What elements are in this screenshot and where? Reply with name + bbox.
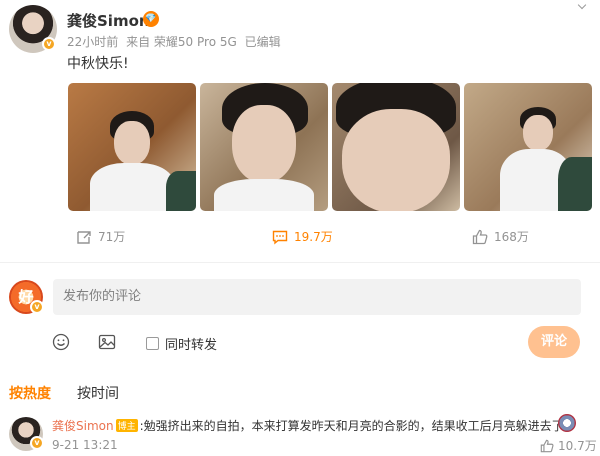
post-photo-3[interactable] [332,83,460,211]
thumbs-up-icon [540,439,554,452]
post-actions: 71万 19.7万 168万 [0,228,600,252]
comment-author-name[interactable]: 龚俊Simon [52,419,114,433]
author-name[interactable]: 龚俊Simon [67,10,150,31]
thumbs-up-icon [472,229,488,244]
like-button[interactable]: 168万 [472,228,529,245]
post-edited[interactable]: 已编辑 [245,35,281,49]
comment-like-button[interactable]: 10.7万 [540,437,597,454]
post-photo-1[interactable] [68,83,196,211]
verified-icon: v [30,300,44,314]
member-icon[interactable]: 💎 [143,11,159,27]
comment-input[interactable]: 发布你的评论 [53,279,581,315]
verified-icon: v [42,37,56,51]
post-photo-2[interactable] [200,83,328,211]
repost-count: 71万 [98,230,126,244]
checkbox-icon[interactable] [146,337,159,350]
sticker-icon [558,414,576,432]
emoji-icon[interactable] [52,333,70,351]
post-time[interactable]: 22小时前 [67,35,118,49]
tab-sort-time[interactable]: 按时间 [77,383,119,403]
post-text: 中秋快乐! [67,56,129,72]
tab-sort-hot[interactable]: 按热度 [9,383,51,403]
post-source: 来自 荣耀50 Pro 5G [126,35,237,49]
comment-count: 19.7万 [294,230,333,244]
author-tag-badge: 博主 [115,419,138,432]
comment-sort-tabs: 按热度 按时间 [9,383,145,403]
image-icon[interactable] [98,333,116,351]
also-repost-checkbox[interactable]: 同时转发 [146,334,217,353]
comment-button[interactable]: 19.7万 [272,228,333,245]
divider [0,262,600,263]
repost-button[interactable]: 71万 [76,228,125,245]
post-photo-4[interactable] [464,83,592,211]
also-repost-label: 同时转发 [165,338,218,353]
submit-comment-button[interactable]: 评论 [528,326,580,358]
comment-icon [272,230,288,244]
comment-body: 龚俊Simon 博主:勉强挤出来的自拍，本来打算发昨天和月亮的合影的，结果收工后月… [52,417,576,434]
like-count: 168万 [494,230,529,244]
post-meta: 22小时前 来自 荣耀50 Pro 5G 已编辑 [67,33,285,50]
comment-time: 9-21 13:21 [52,438,118,452]
verified-icon: v [30,436,44,450]
chevron-down-icon[interactable] [574,0,590,10]
repost-icon [77,230,91,244]
comment-like-count: 10.7万 [558,439,597,453]
comment-text: :勉强挤出来的自拍，本来打算发昨天和月亮的合影的，结果收工后月亮躲进去了。 [139,419,576,433]
